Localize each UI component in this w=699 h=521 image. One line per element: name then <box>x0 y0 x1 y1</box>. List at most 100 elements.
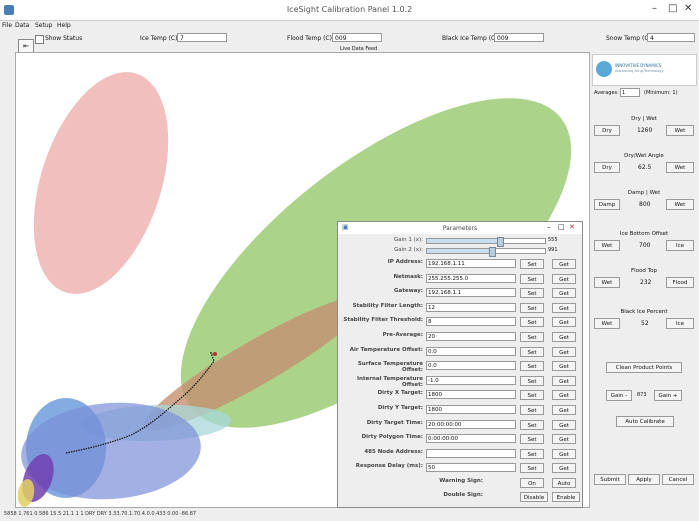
param-field[interactable]: 0:00:00:00 <box>426 434 516 444</box>
warning-on-button[interactable]: On <box>520 478 544 488</box>
param-set-button[interactable]: Set <box>520 332 544 342</box>
ice-temp-field[interactable]: 7 <box>177 33 227 42</box>
param-field[interactable]: 12 <box>426 302 516 312</box>
param-field[interactable]: 50 <box>426 463 516 473</box>
menu-data[interactable]: Data <box>15 22 29 29</box>
param-get-button[interactable]: Get <box>552 259 576 269</box>
param-set-button[interactable]: Set <box>520 390 544 401</box>
damp-wet-left-button[interactable]: Damp <box>594 199 620 210</box>
dry-wet-left-button[interactable]: Dry <box>594 125 620 136</box>
double-disable-button[interactable]: Disable <box>520 492 548 502</box>
flood-top-right-button[interactable]: Flood <box>666 277 694 288</box>
param-get-button[interactable]: Get <box>552 375 576 386</box>
gain-value: 873 <box>637 392 647 398</box>
param-field[interactable]: 8 <box>426 317 516 327</box>
warning-auto-button[interactable]: Auto <box>552 478 576 488</box>
param-field[interactable]: 192.168.1.1 <box>426 288 516 298</box>
gain2-slider-fill <box>427 249 492 253</box>
param-field[interactable]: 0.0 <box>426 346 516 356</box>
param-get-button[interactable]: Get <box>552 361 576 372</box>
black-ice-temp-label: Black Ice Temp (C): <box>442 35 500 42</box>
gain-minus-button[interactable]: Gain - <box>606 390 632 401</box>
param-get-button[interactable]: Get <box>552 317 576 328</box>
logo-line2: Advancing Icing Technology <box>615 69 664 73</box>
param-set-button[interactable]: Set <box>520 375 544 386</box>
param-get-button[interactable]: Get <box>552 434 576 445</box>
param-get-button[interactable]: Get <box>552 273 576 284</box>
param-set-button[interactable]: Set <box>520 434 544 445</box>
param-get-button[interactable]: Get <box>552 302 576 313</box>
param-get-button[interactable]: Get <box>552 463 576 474</box>
param-field[interactable]: 20 <box>426 332 516 341</box>
dialog-minimize-button[interactable]: – <box>547 223 551 231</box>
param-set-button[interactable]: Set <box>520 273 544 284</box>
dry-wet-angle-right-button[interactable]: Wet <box>666 162 694 173</box>
double-enable-button[interactable]: Enable <box>552 492 580 502</box>
param-set-button[interactable]: Set <box>520 463 544 474</box>
param-set-button[interactable]: Set <box>520 346 544 357</box>
close-button[interactable]: ✕ <box>684 3 692 14</box>
damp-wet-right-button[interactable]: Wet <box>666 199 694 210</box>
param-set-button[interactable]: Set <box>520 448 544 459</box>
black-ice-temp-field[interactable]: 009 <box>494 33 544 42</box>
gain2-slider[interactable] <box>426 247 546 257</box>
dialog-maximize-button[interactable]: □ <box>558 223 565 231</box>
param-field[interactable]: 20:00:00:00 <box>426 419 516 429</box>
show-status-checkbox[interactable] <box>35 35 44 44</box>
param-field[interactable] <box>426 448 516 458</box>
param-get-button[interactable]: Get <box>552 346 576 357</box>
dialog-close-button[interactable]: ✕ <box>569 223 575 231</box>
param-row: Dirty Y Target: 1800 Set Get <box>338 405 582 417</box>
param-field[interactable]: -1.0 <box>426 375 516 385</box>
black-ice-left-button[interactable]: Wet <box>594 318 620 329</box>
gain1-slider-knob[interactable] <box>497 237 505 247</box>
gain-plus-button[interactable]: Gain + <box>654 390 682 401</box>
param-field[interactable]: 1800 <box>426 390 516 400</box>
param-set-button[interactable]: Set <box>520 317 544 328</box>
param-field[interactable]: 0.0 <box>426 361 516 371</box>
apply-button[interactable]: Apply <box>628 474 660 485</box>
param-set-button[interactable]: Set <box>520 361 544 372</box>
param-get-button[interactable]: Get <box>552 390 576 401</box>
flood-temp-label: Flood Temp (C): <box>287 35 334 42</box>
menu-setup[interactable]: Setup <box>35 22 52 29</box>
param-get-button[interactable]: Get <box>552 419 576 430</box>
dry-wet-right-button[interactable]: Wet <box>666 125 694 136</box>
param-get-button[interactable]: Get <box>552 448 576 459</box>
gain2-slider-knob[interactable] <box>488 247 496 257</box>
param-field[interactable]: 1800 <box>426 405 516 414</box>
company-logo: INNOVATIVE DYNAMICS Advancing Icing Tech… <box>592 54 697 86</box>
menu-bar: File Data Setup Help <box>0 20 699 32</box>
ice-bottom-right-button[interactable]: Ice <box>666 240 694 251</box>
dry-wet-angle-left-button[interactable]: Dry <box>594 162 620 173</box>
snow-temp-label: Snow Temp (C): <box>606 35 653 42</box>
clean-product-points-button[interactable]: Clean Product Points <box>606 362 682 373</box>
double-sign-label: Double Sign: <box>443 492 483 498</box>
param-get-button[interactable]: Get <box>552 332 576 342</box>
param-field[interactable]: 192.168.1.11 <box>426 259 516 268</box>
black-ice-right-button[interactable]: Ice <box>666 318 694 329</box>
ice-bottom-left-button[interactable]: Wet <box>594 240 620 251</box>
param-row: Stability Filter Threshold: 8 Set Get <box>338 317 582 329</box>
flood-top-left-button[interactable]: Wet <box>594 277 620 288</box>
param-set-button[interactable]: Set <box>520 259 544 269</box>
averages-field[interactable]: 1 <box>620 88 640 97</box>
snow-temp-field[interactable]: 4 <box>647 33 695 42</box>
param-set-button[interactable]: Set <box>520 302 544 313</box>
param-get-button[interactable]: Get <box>552 405 576 415</box>
submit-button[interactable]: Submit <box>594 474 626 485</box>
param-set-button[interactable]: Set <box>520 419 544 430</box>
menu-file[interactable]: File <box>2 22 12 29</box>
cancel-button[interactable]: Cancel <box>662 474 694 485</box>
param-set-button[interactable]: Set <box>520 405 544 415</box>
param-set-button[interactable]: Set <box>520 288 544 299</box>
param-field[interactable]: 255.255.255.0 <box>426 273 516 283</box>
minimize-button[interactable]: – <box>652 3 657 14</box>
gain1-slider[interactable] <box>426 237 546 247</box>
maximize-button[interactable]: □ <box>668 3 677 14</box>
flood-temp-field[interactable]: 009 <box>332 33 382 42</box>
menu-help[interactable]: Help <box>57 22 71 29</box>
back-arrow-icon: ⇤ <box>23 42 29 50</box>
param-get-button[interactable]: Get <box>552 288 576 299</box>
auto-calibrate-button[interactable]: Auto Calibrate <box>616 416 674 427</box>
